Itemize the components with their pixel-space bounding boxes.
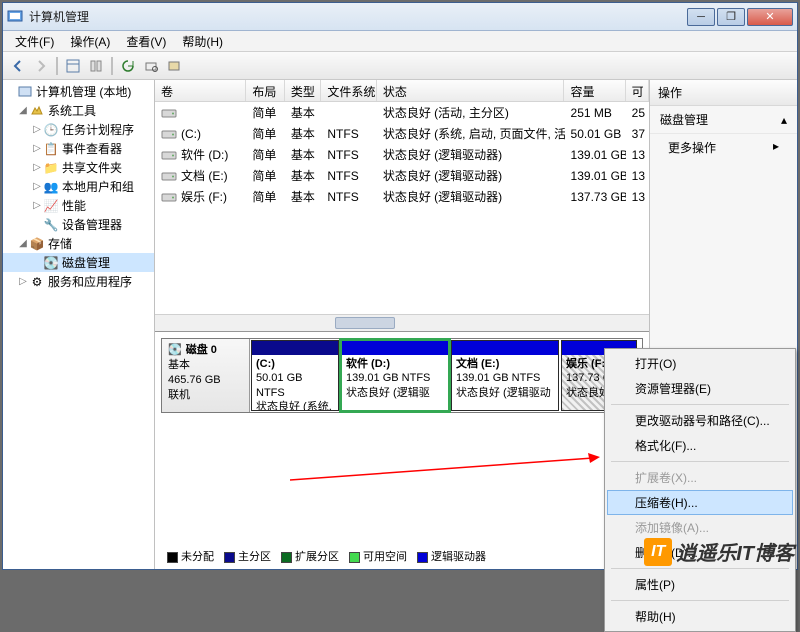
ctx-extend: 扩展卷(X)... xyxy=(607,465,793,490)
navigation-tree[interactable]: 计算机管理 (本地) ◢系统工具 ▷🕒任务计划程序 ▷📋事件查看器 ▷📁共享文件… xyxy=(3,80,155,569)
app-icon xyxy=(7,9,23,25)
tree-local-users[interactable]: ▷👥本地用户和组 xyxy=(3,177,154,196)
horizontal-scrollbar[interactable] xyxy=(155,314,649,331)
menu-view[interactable]: 查看(V) xyxy=(118,31,174,52)
volume-list-header[interactable]: 卷 布局 类型 文件系统 状态 容量 可 xyxy=(155,80,649,102)
ctx-help[interactable]: 帮助(H) xyxy=(607,604,793,629)
disk-map: 💽磁盘 0 基本 465.76 GB 联机 (C:)50.01 GB NTFS状… xyxy=(155,331,649,569)
show-hide-button[interactable] xyxy=(86,56,106,76)
legend: 未分配主分区扩展分区可用空间逻辑驱动器 xyxy=(165,546,488,566)
menu-action[interactable]: 操作(A) xyxy=(62,31,118,52)
partition[interactable]: 软件 (D:)139.01 GB NTFS状态良好 (逻辑驱 xyxy=(341,340,449,411)
actions-more[interactable]: 更多操作▸ xyxy=(650,134,797,161)
tree-task-scheduler[interactable]: ▷🕒任务计划程序 xyxy=(3,120,154,139)
close-button[interactable]: ✕ xyxy=(747,8,793,26)
tree-storage[interactable]: ◢📦存储 xyxy=(3,234,154,253)
scrollbar-thumb[interactable] xyxy=(335,317,395,329)
ctx-explorer[interactable]: 资源管理器(E) xyxy=(607,376,793,401)
back-button[interactable] xyxy=(8,56,28,76)
tree-root[interactable]: 计算机管理 (本地) xyxy=(3,82,154,101)
window-title: 计算机管理 xyxy=(29,8,687,25)
volume-row[interactable]: 简单基本 状态良好 (活动, 主分区) 251 MB25 xyxy=(155,102,649,123)
refresh-button[interactable] xyxy=(118,56,138,76)
disk-info[interactable]: 💽磁盘 0 基本 465.76 GB 联机 xyxy=(162,339,250,412)
titlebar: 计算机管理 ─ ❐ ✕ xyxy=(3,3,797,31)
tree-disk-management[interactable]: 💽磁盘管理 xyxy=(3,253,154,272)
volume-row[interactable]: 文档 (E:) 简单基本 NTFS状态良好 (逻辑驱动器) 139.01 GB1… xyxy=(155,165,649,186)
chevron-right-icon: ▸ xyxy=(773,139,779,153)
tree-system-tools[interactable]: ◢系统工具 xyxy=(3,101,154,120)
menubar: 文件(F) 操作(A) 查看(V) 帮助(H) xyxy=(3,31,797,52)
ctx-open[interactable]: 打开(O) xyxy=(607,351,793,376)
forward-button[interactable] xyxy=(31,56,51,76)
ctx-shrink[interactable]: 压缩卷(H)... xyxy=(607,490,793,515)
partition[interactable]: (C:)50.01 GB NTFS状态良好 (系统, 启 xyxy=(251,340,339,411)
actions-section[interactable]: 磁盘管理▴ xyxy=(650,106,797,134)
watermark: IT 逍遥乐IT博客 xyxy=(644,537,794,566)
tree-shared-folders[interactable]: ▷📁共享文件夹 xyxy=(3,158,154,177)
tree-device-manager[interactable]: 🔧设备管理器 xyxy=(3,215,154,234)
volume-row[interactable]: 软件 (D:) 简单基本 NTFS状态良好 (逻辑驱动器) 139.01 GB1… xyxy=(155,144,649,165)
partition[interactable]: 文档 (E:)139.01 GB NTFS状态良好 (逻辑驱动 xyxy=(451,340,559,411)
volume-row[interactable]: (C:) 简单基本 NTFS状态良好 (系统, 启动, 页面文件, 活动, 主分… xyxy=(155,123,649,144)
menu-help[interactable]: 帮助(H) xyxy=(174,31,231,52)
settings-button[interactable] xyxy=(164,56,184,76)
actions-header: 操作 xyxy=(650,80,797,106)
toolbar xyxy=(3,52,797,80)
ctx-change-drive[interactable]: 更改驱动器号和路径(C)... xyxy=(607,408,793,433)
volume-list[interactable]: 简单基本 状态良好 (活动, 主分区) 251 MB25(C:) 简单基本 NT… xyxy=(155,102,649,314)
volume-row[interactable]: 娱乐 (F:) 简单基本 NTFS状态良好 (逻辑驱动器) 137.73 GB1… xyxy=(155,186,649,207)
menu-file[interactable]: 文件(F) xyxy=(7,31,62,52)
maximize-button[interactable]: ❐ xyxy=(717,8,745,26)
tree-services-apps[interactable]: ▷⚙服务和应用程序 xyxy=(3,272,154,291)
ctx-properties[interactable]: 属性(P) xyxy=(607,572,793,597)
views-button[interactable] xyxy=(63,56,83,76)
collapse-icon: ▴ xyxy=(781,113,787,127)
tree-event-viewer[interactable]: ▷📋事件查看器 xyxy=(3,139,154,158)
rescan-button[interactable] xyxy=(141,56,161,76)
context-menu[interactable]: 打开(O) 资源管理器(E) 更改驱动器号和路径(C)... 格式化(F)...… xyxy=(604,348,796,632)
tree-performance[interactable]: ▷📈性能 xyxy=(3,196,154,215)
minimize-button[interactable]: ─ xyxy=(687,8,715,26)
ctx-format[interactable]: 格式化(F)... xyxy=(607,433,793,458)
watermark-icon: IT xyxy=(644,538,672,566)
